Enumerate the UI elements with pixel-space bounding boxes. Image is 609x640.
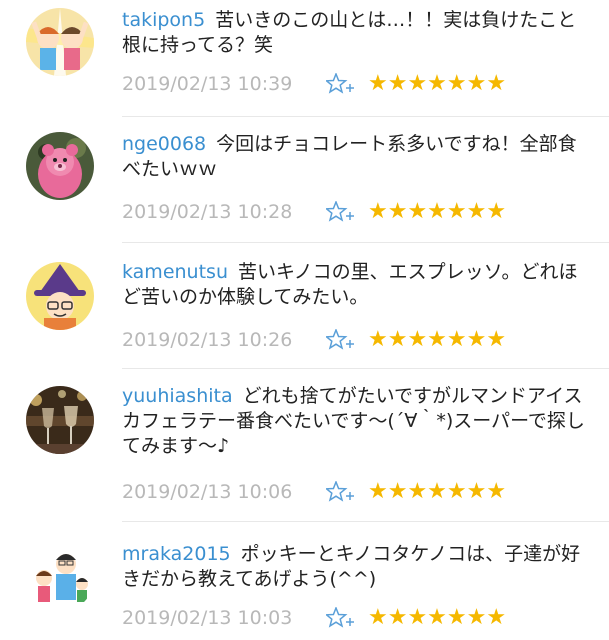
comment-item: takipon5 苦いきのこの山とは…！！実は負けたこと根に持ってる？笑 2019…: [0, 0, 609, 122]
star-rating: ★★★★★★★: [368, 73, 507, 95]
divider: [122, 368, 609, 369]
stars-text: ★★★★★★★: [368, 199, 507, 224]
comment-text: yuuhiashita どれも捨てがたいですがルマンドアイスカフェラテー番食べたい…: [122, 384, 592, 459]
comment-item: nge0068 今回はチョコレート系多いですね！全部食べたいｗｗ 2019/02/…: [0, 122, 609, 244]
timestamp: 2019/02/13 10:39: [122, 73, 293, 95]
stars-text: ★★★★★★★: [368, 605, 507, 630]
comment-text: kamenutsu 苦いキノコの里、エスプレッソ。どれほど苦いのか体験してみたい。: [122, 260, 592, 310]
comment-item: yuuhiashita どれも捨てがたいですがルマンドアイスカフェラテー番食べたい…: [0, 370, 609, 522]
comment-meta: 2019/02/13 10:26 ★★★★★★★: [122, 326, 507, 354]
star-rating: ★★★★★★★: [368, 201, 507, 223]
star-plus-icon[interactable]: [326, 73, 356, 95]
comment-meta: 2019/02/13 10:06 ★★★★★★★: [122, 478, 507, 506]
star-plus-icon[interactable]: [326, 329, 356, 351]
username-link[interactable]: mraka2015: [122, 543, 231, 565]
comment-item: mraka2015 ポッキーとキノコタケノコは、子達が好きだから教えてあげよう(^…: [0, 522, 609, 640]
star-rating: ★★★★★★★: [368, 481, 507, 503]
comment-text: mraka2015 ポッキーとキノコタケノコは、子達が好きだから教えてあげよう(^…: [122, 542, 592, 592]
stars-text: ★★★★★★★: [368, 479, 507, 504]
comment-meta: 2019/02/13 10:39 ★★★★★★★: [122, 70, 507, 98]
avatar[interactable]: [26, 386, 94, 454]
stars-text: ★★★★★★★: [368, 327, 507, 352]
username-link[interactable]: nge0068: [122, 133, 206, 155]
comment-text: takipon5 苦いきのこの山とは…！！実は負けたこと根に持ってる？笑: [122, 8, 592, 58]
timestamp: 2019/02/13 10:28: [122, 201, 293, 223]
timestamp: 2019/02/13 10:06: [122, 481, 293, 503]
comment-item: kamenutsu 苦いキノコの里、エスプレッソ。どれほど苦いのか体験してみたい。…: [0, 244, 609, 370]
star-rating: ★★★★★★★: [368, 329, 507, 351]
divider: [122, 116, 609, 117]
username-link[interactable]: takipon5: [122, 9, 205, 31]
comment-text: nge0068 今回はチョコレート系多いですね！全部食べたいｗｗ: [122, 132, 592, 182]
comment-meta: 2019/02/13 10:28 ★★★★★★★: [122, 198, 507, 226]
stars-text: ★★★★★★★: [368, 71, 507, 96]
timestamp: 2019/02/13 10:03: [122, 607, 293, 629]
avatar[interactable]: [26, 544, 94, 612]
star-plus-icon[interactable]: [326, 201, 356, 223]
avatar[interactable]: [26, 262, 94, 330]
username-link[interactable]: yuuhiashita: [122, 385, 233, 407]
star-plus-icon[interactable]: [326, 481, 356, 503]
comment-meta: 2019/02/13 10:03 ★★★★★★★: [122, 604, 507, 632]
divider: [122, 242, 609, 243]
star-rating: ★★★★★★★: [368, 607, 507, 629]
timestamp: 2019/02/13 10:26: [122, 329, 293, 351]
avatar[interactable]: [26, 8, 94, 76]
avatar[interactable]: [26, 132, 94, 200]
username-link[interactable]: kamenutsu: [122, 261, 228, 283]
star-plus-icon[interactable]: [326, 607, 356, 629]
